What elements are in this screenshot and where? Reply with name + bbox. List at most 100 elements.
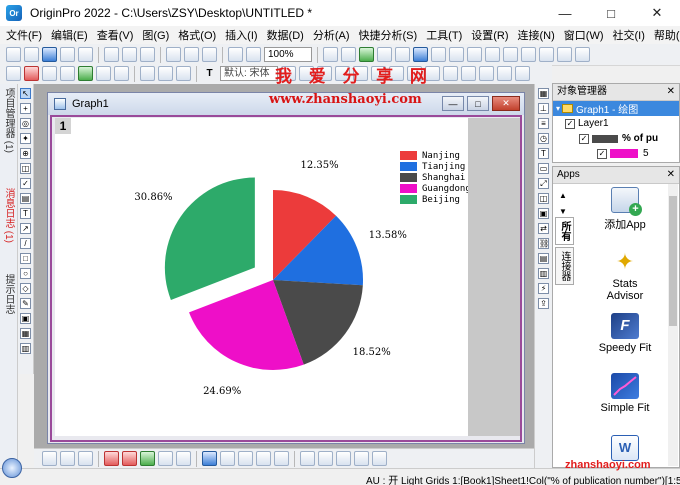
apps-close-icon[interactable]: ✕ [667,167,675,183]
pointer-icon[interactable]: ↖ [20,88,31,99]
app-simple-fit[interactable]: Simple Fit [575,373,675,414]
results-log-icon[interactable] [359,47,374,62]
new-project-icon[interactable] [6,47,21,62]
smart-hint-icon[interactable] [467,47,482,62]
new-matrix-icon[interactable] [60,47,75,62]
mask-icon[interactable] [96,66,111,81]
symbol-icon[interactable] [515,66,530,81]
add-table-icon[interactable]: ▤ [538,253,549,264]
table-icon[interactable]: ▦ [20,328,31,339]
duplicate-icon[interactable] [246,47,261,62]
speed-icon[interactable]: ⚡ [538,283,549,294]
merge-icon[interactable]: ▣ [538,208,549,219]
add-scale-bar-icon[interactable]: ▭ [538,163,549,174]
polar-plot-icon[interactable] [176,451,191,466]
lock-icon[interactable] [575,47,590,62]
apps-icon[interactable] [503,47,518,62]
menu-format[interactable]: 格式(O) [178,27,216,43]
script-window-icon[interactable] [323,47,338,62]
group-icon[interactable] [42,66,57,81]
graph-page[interactable]: 1 Nanjing Tianjing Shanghai Guangdong Beijin… [55,118,471,436]
export-icon[interactable] [202,47,217,62]
message-log-icon[interactable] [449,47,464,62]
app-center-icon[interactable] [413,47,428,62]
menu-window[interactable]: 窗口(W) [564,27,604,43]
graph-close-button[interactable]: ✕ [492,96,520,111]
app-add-app[interactable]: + 添加App [575,187,675,232]
menu-help[interactable]: 帮助(H) [654,27,680,43]
apps-scroll-thumb[interactable] [669,196,677,326]
app-speedy-fit[interactable]: F Speedy Fit [575,313,675,354]
ungroup-icon[interactable] [60,66,75,81]
new-notes-icon[interactable] [78,47,93,62]
scan-icon[interactable]: ✦ [20,133,31,144]
line-symbol-icon[interactable] [78,451,93,466]
apps-scroll-down-icon[interactable]: ▼ [559,207,567,216]
close-button[interactable]: ✕ [634,0,680,26]
bar-plot-icon[interactable] [122,451,137,466]
open-icon[interactable] [104,47,119,62]
plot-setup-icon[interactable] [6,66,21,81]
line-width-icon[interactable] [461,66,476,81]
graph-window[interactable]: Graph1 — □ ✕ 1 Nanjing Tianjing Shanghai Gu… [47,92,525,444]
add-date-icon[interactable]: ◷ [538,133,549,144]
project-explorer-icon[interactable] [431,47,446,62]
chart-legend[interactable]: Nanjing Tianjing Shanghai Guangdong Beijing [400,150,471,205]
menu-connect[interactable]: 连接(N) [518,27,555,43]
menu-file[interactable]: 文件(F) [6,27,42,43]
message-log-tab[interactable]: 消息日志 (1) [2,188,16,243]
apps-tab-connectors[interactable]: 连接器 [555,247,574,285]
exchange-axes-icon[interactable]: ⇄ [538,223,549,234]
column-plot-icon[interactable] [104,451,119,466]
legend-icon[interactable] [372,451,387,466]
template-icon[interactable] [238,451,253,466]
3d-plot-icon[interactable] [220,451,235,466]
reader-icon[interactable]: ⊕ [20,148,31,159]
rescale-axes-icon[interactable]: ⤢ [538,178,549,189]
project-explorer-tab[interactable]: 项目管理器 (1) [2,88,16,153]
code-builder-icon[interactable] [341,47,356,62]
apps-scrollbar[interactable] [668,184,678,466]
grid-icon[interactable] [354,451,369,466]
color-scale-icon[interactable]: ▥ [20,343,31,354]
tree-graph-node[interactable]: ▾ Graph1 - 绘图 [553,101,679,116]
menu-quick-analysis[interactable]: 快捷分析(S) [359,27,418,43]
tree-sub-node[interactable]: ✓ 5 [553,146,679,161]
stat-plot-icon[interactable] [256,451,271,466]
search-icon[interactable] [2,458,22,478]
tree-layer-node[interactable]: ✓ Layer1 [553,116,679,131]
pie-plot-icon[interactable] [158,451,173,466]
mask-tool-icon[interactable]: ▤ [20,193,31,204]
scatter-plot-icon[interactable] [60,451,75,466]
arrange-icon[interactable] [78,66,93,81]
draw-data-icon[interactable]: ✓ [20,178,31,189]
legend-item-nanjing[interactable]: Nanjing [400,150,471,161]
tree-collapse-icon[interactable]: ▾ [556,104,560,113]
menu-graph[interactable]: 图(G) [142,27,169,43]
line-plot-icon[interactable] [42,451,57,466]
save-icon[interactable] [122,47,137,62]
add-layer-icon[interactable]: ▦ [538,88,549,99]
paste-icon[interactable] [158,66,173,81]
align-icon[interactable] [176,66,191,81]
region-icon[interactable]: ◫ [20,163,31,174]
new-workbook-icon[interactable] [24,47,39,62]
apps-tab-all[interactable]: 所有 [555,217,574,245]
pie-slice-beijing[interactable] [164,177,255,300]
graph-minimize-button[interactable]: — [442,96,464,111]
color-map-icon[interactable]: ▥ [538,268,549,279]
menu-data[interactable]: 数据(D) [267,27,304,43]
menu-view[interactable]: 查看(V) [97,27,134,43]
speed-mode-icon[interactable] [557,47,572,62]
command-window-icon[interactable] [377,47,392,62]
maximize-button[interactable]: □ [588,0,634,26]
contour-icon[interactable] [202,451,217,466]
object-manager-icon[interactable] [485,47,500,62]
layer-icon[interactable] [318,451,333,466]
polygon-icon[interactable]: ◇ [20,283,31,294]
zoom-icon[interactable]: + [20,103,31,114]
refresh-icon[interactable] [228,47,243,62]
scale-icon[interactable]: ◎ [20,118,31,129]
tree-plot-node[interactable]: ✓ % of pu [553,131,679,146]
text-tool-icon[interactable]: T [202,68,217,79]
